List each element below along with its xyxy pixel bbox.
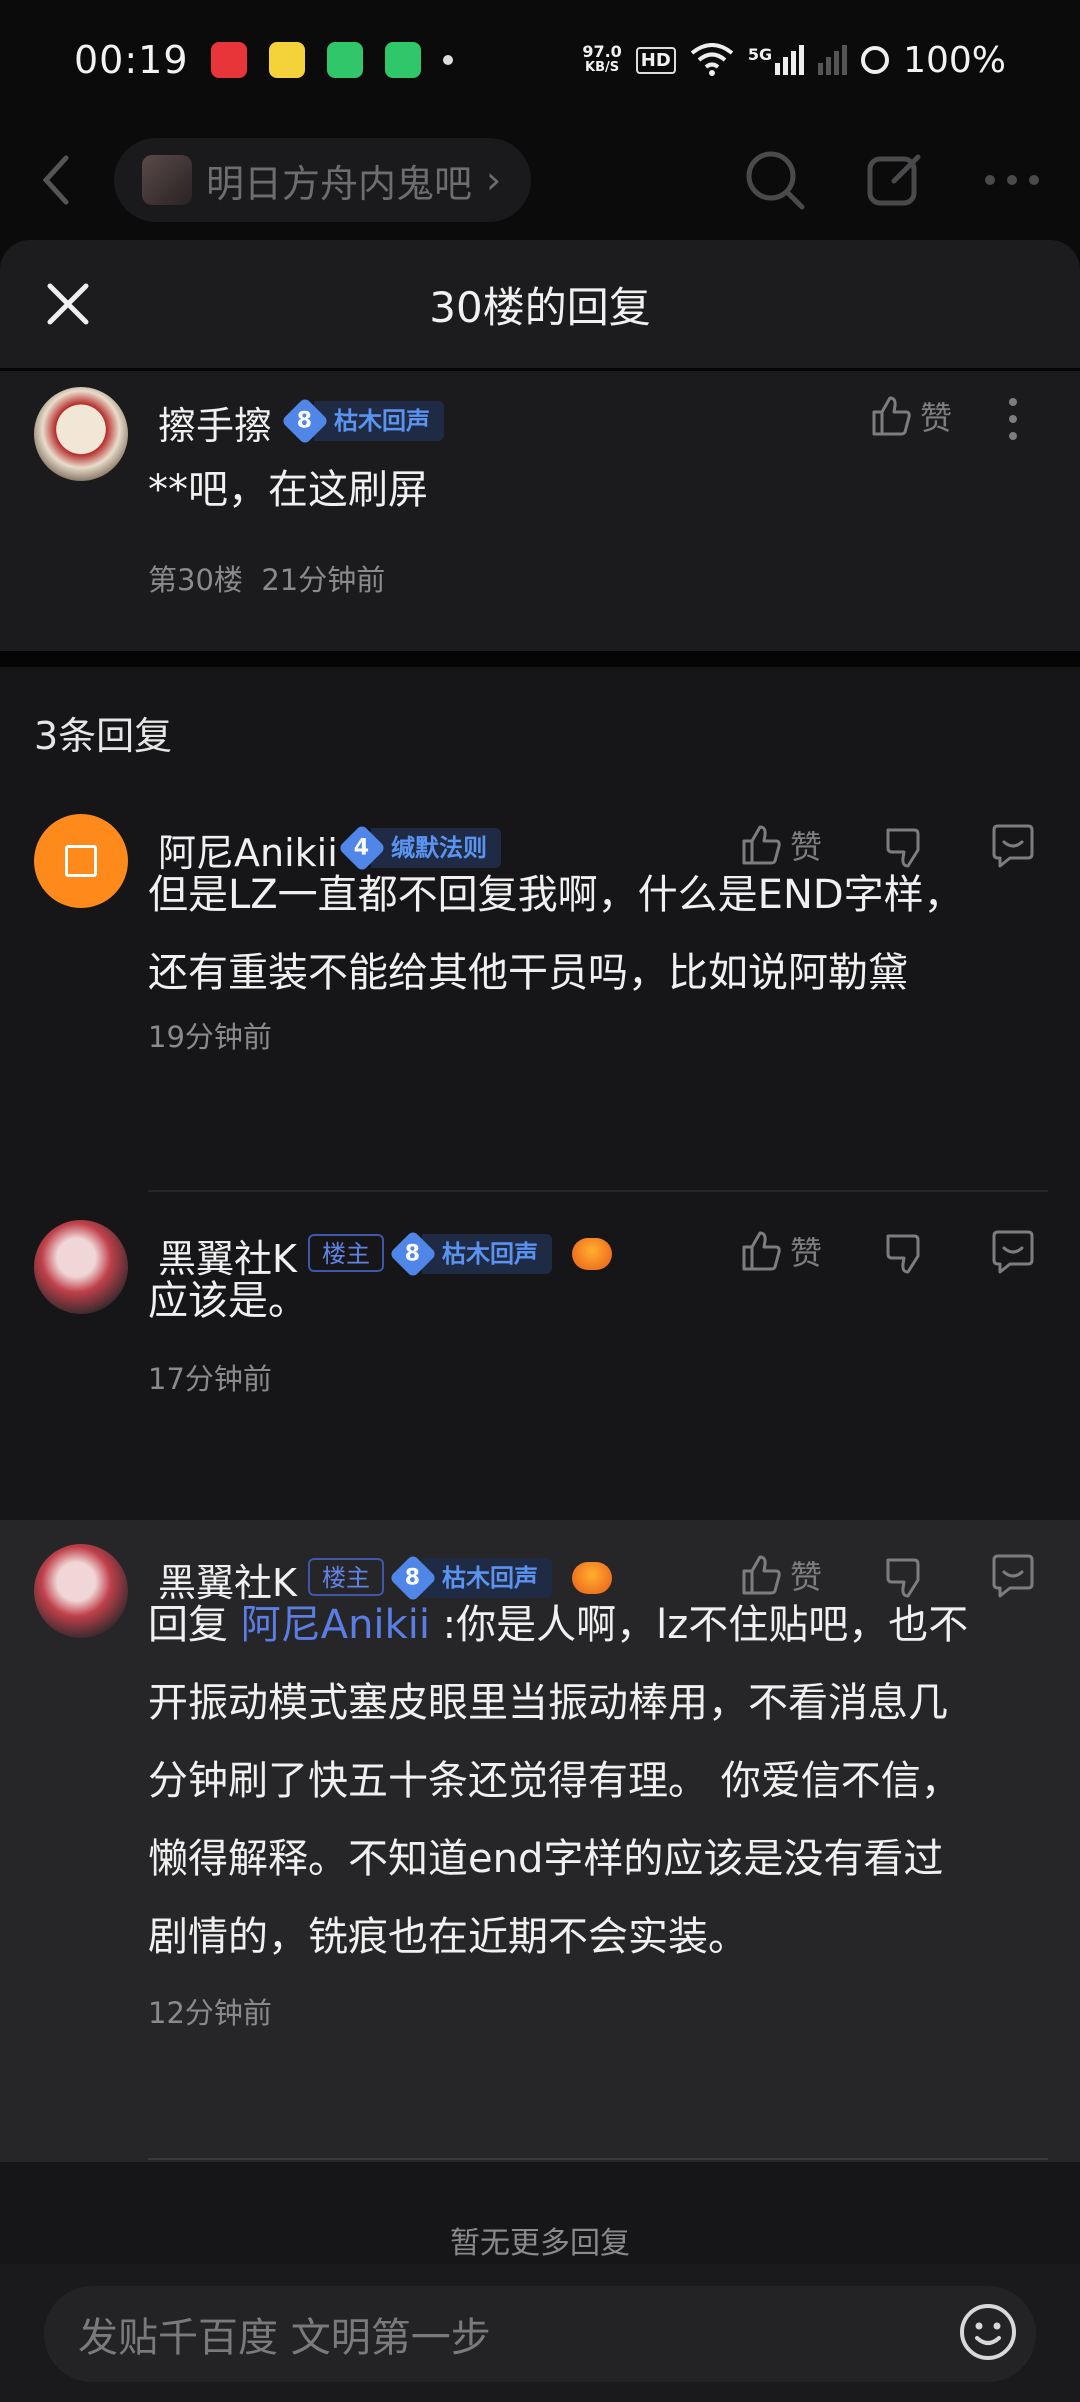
compose-placeholder: 发贴千百度 文明第一步 xyxy=(78,2315,491,2361)
level-title: 枯木回声 xyxy=(314,401,444,441)
avatar[interactable] xyxy=(34,1544,128,1638)
like-label: 赞 xyxy=(920,399,953,437)
mention-link[interactable]: 阿尼Anikii xyxy=(241,1602,430,1648)
username[interactable]: 擦手擦 xyxy=(158,395,272,450)
reply-time: 17分钟前 xyxy=(148,1362,272,1396)
reply-line: 回复 阿尼Anikii :你是人啊，lz不住贴吧，也不 xyxy=(148,1586,1048,1664)
avatar[interactable] xyxy=(34,387,128,481)
hd-icon: HD xyxy=(635,46,676,74)
reply-item-highlighted: 黑翼社K 楼主 8 枯木回声 赞 回复 阿尼Anikii :你是人啊，lz不住贴… xyxy=(0,1530,1080,2170)
floor-number: 第30楼 xyxy=(148,563,243,597)
no-more-replies: 暂无更多回复 xyxy=(450,2226,630,2261)
shopping-app-icon xyxy=(210,42,247,78)
net-speed: 97.0 KB/S xyxy=(582,44,621,76)
post-content: **吧，在这刷屏 xyxy=(148,467,428,513)
notification-dot-icon xyxy=(442,55,453,65)
reply-prefix: 回复 xyxy=(148,1602,228,1648)
reply-sheet: 30楼的回复 擦手擦 8 枯木回声 赞 **吧，在这刷屏 第30楼 21分钟前 … xyxy=(0,240,1080,2402)
more-dots-icon[interactable] xyxy=(984,174,1040,186)
reply-line: 还有重装不能给其他干员吗，比如说阿勒黛 xyxy=(148,950,908,996)
row-separator xyxy=(148,2158,1048,2160)
section-divider xyxy=(0,651,1080,667)
battery-app-icon-2 xyxy=(384,42,421,78)
reply-time: 12分钟前 xyxy=(148,1996,272,2030)
battery-level: 100% xyxy=(903,39,1006,81)
chevron-right-icon: › xyxy=(486,158,502,202)
net-speed-value: 97.0 xyxy=(582,42,622,61)
reply-line: 剧情的，铣痕也在近期不会实装。 xyxy=(148,1914,748,1960)
emoji-icon[interactable] xyxy=(940,2284,1036,2380)
net-speed-unit: KB/S xyxy=(585,60,620,75)
reply-item: 阿尼Anikii 4 缄默法则 赞 但是LZ一直都不回复我啊，什么是END字样，… xyxy=(0,800,1080,1200)
compose-bar: 发贴千百度 文明第一步 xyxy=(0,2264,1080,2402)
more-vertical-icon[interactable] xyxy=(1008,397,1018,441)
reply-text: :你是人啊，lz不住贴吧，也不 xyxy=(442,1602,969,1648)
forum-name: 明日方舟内鬼吧 xyxy=(206,161,473,206)
status-bar: 00:19 97.0 KB/S HD 5G 100% xyxy=(0,0,1080,120)
fruit-app-icon xyxy=(268,42,305,78)
reply-time: 19分钟前 xyxy=(148,1020,272,1054)
forum-avatar xyxy=(142,155,192,205)
reply-content: 回复 阿尼Anikii :你是人啊，lz不住贴吧，也不 开振动模式塞皮眼里当振动… xyxy=(148,1586,1048,1976)
compose-input[interactable]: 发贴千百度 文明第一步 xyxy=(44,2286,1036,2382)
reply-line: 开振动模式塞皮眼里当振动棒用，不看消息几 xyxy=(148,1680,948,1726)
thumbs-up-icon xyxy=(872,396,911,436)
replies-count: 3条回复 xyxy=(34,714,173,758)
forum-pill[interactable]: 明日方舟内鬼吧 › xyxy=(114,138,532,222)
reply-content: 应该是。 xyxy=(148,1278,308,1324)
battery-ring-icon xyxy=(861,46,890,74)
signal-weak-icon xyxy=(818,45,848,75)
post-meta: 第30楼 21分钟前 xyxy=(148,557,385,599)
battery-app-icon xyxy=(326,42,363,78)
reply-item: 黑翼社K 楼主 8 枯木回声 赞 应该是。 17分钟前 xyxy=(0,1206,1080,1506)
avatar[interactable] xyxy=(34,814,128,908)
original-post: 擦手擦 8 枯木回声 赞 **吧，在这刷屏 第30楼 21分钟前 xyxy=(0,371,1080,651)
row-separator xyxy=(148,1190,1048,1192)
like-button[interactable]: 赞 xyxy=(870,393,952,439)
search-icon[interactable] xyxy=(744,149,806,211)
reply-line: 但是LZ一直都不回复我啊，什么是END字样， xyxy=(148,872,964,918)
top-nav: 明日方舟内鬼吧 › xyxy=(0,120,1080,240)
status-time: 00:19 xyxy=(74,38,189,82)
avatar[interactable] xyxy=(34,1220,128,1314)
sheet-header: 30楼的回复 xyxy=(0,240,1080,371)
level-badge: 8 枯木回声 xyxy=(280,396,444,446)
reply-line: 分钟刷了快五十条还觉得有理。 你爱信不信， xyxy=(148,1758,961,1804)
signal-5g-icon: 5G xyxy=(748,45,805,75)
wifi-icon xyxy=(690,43,734,76)
back-arrow-icon[interactable] xyxy=(40,154,70,206)
reply-content: 但是LZ一直都不回复我啊，什么是END字样， 还有重装不能给其他干员吗，比如说阿… xyxy=(148,856,1048,1012)
edit-icon[interactable] xyxy=(866,151,924,209)
sheet-title: 30楼的回复 xyxy=(429,282,651,332)
post-time: 21分钟前 xyxy=(261,563,386,597)
close-icon[interactable] xyxy=(44,280,92,328)
reply-line: 懒得解释。不知道end字样的应该是没有看过 xyxy=(148,1836,944,1882)
